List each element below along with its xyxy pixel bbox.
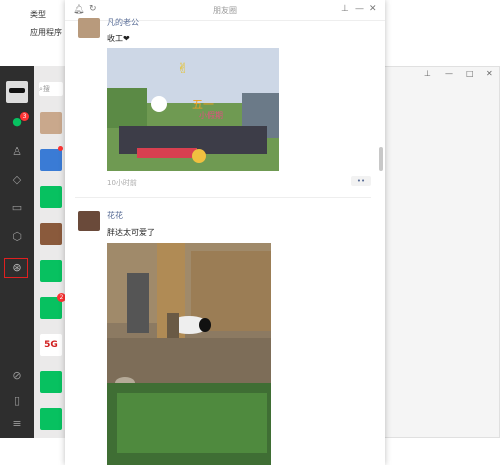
pin-icon[interactable]: ⊥	[341, 4, 349, 14]
chat-item-avatar[interactable]	[40, 186, 62, 208]
scrollbar[interactable]	[379, 147, 383, 171]
post-text: 收工❤	[107, 34, 130, 43]
svg-text:✌: ✌	[177, 61, 189, 77]
chat-item-avatar[interactable]	[40, 149, 62, 171]
more-actions-button[interactable]: ••	[351, 176, 371, 186]
post-text: 胖达太可爱了	[107, 228, 155, 237]
chat-list: ⌕搜 2 5G	[34, 66, 66, 438]
favorites-icon[interactable]: ◇	[9, 172, 25, 188]
chat-item-avatar[interactable]	[40, 371, 62, 393]
chat-item-avatar[interactable]	[40, 260, 62, 282]
post-avatar[interactable]	[78, 211, 100, 231]
chat-item-avatar[interactable]	[40, 223, 62, 245]
post-author[interactable]: 凡的老公	[107, 17, 139, 28]
svg-text:小假期: 小假期	[199, 111, 223, 120]
file-type-value: 应用程序	[30, 28, 62, 37]
menu-icon[interactable]: ≡	[9, 416, 25, 432]
contacts-icon[interactable]: ♙	[9, 144, 25, 160]
wechat-sidebar: ● 3 ♙ ◇ ▭ ⬡ ⊛ ⊘ ▯ ≡	[0, 66, 34, 438]
chat-item-avatar[interactable]	[40, 112, 62, 134]
avatar[interactable]	[6, 81, 28, 103]
5g-avatar[interactable]: 5G	[40, 334, 62, 356]
maximize-icon[interactable]: □	[466, 69, 474, 78]
unread-dot	[58, 146, 63, 151]
unread-badge: 3	[20, 112, 29, 121]
minimize-icon[interactable]: —	[355, 4, 364, 14]
moments-icon[interactable]: ⊛	[9, 260, 25, 276]
minimize-icon[interactable]: —	[445, 69, 453, 78]
column-header-type[interactable]: 类型	[30, 9, 46, 20]
mini-program-icon[interactable]: ⬡	[9, 229, 25, 245]
post-photo[interactable]	[107, 243, 271, 465]
svg-text:五一: 五一	[192, 98, 214, 111]
window-title: 朋友圈	[213, 6, 237, 15]
chat-item-avatar[interactable]	[40, 408, 62, 430]
pin-icon[interactable]: ⊥	[424, 69, 431, 78]
close-icon[interactable]: ✕	[369, 4, 377, 14]
post-author[interactable]: 花花	[107, 210, 123, 221]
close-icon[interactable]: ✕	[486, 69, 493, 78]
folder-icon[interactable]: ▭	[9, 200, 25, 216]
refresh-icon[interactable]: ↻	[89, 4, 97, 14]
post-avatar[interactable]	[78, 18, 100, 38]
post-photo[interactable]: ✌ 五一 小假期	[107, 48, 279, 171]
post-time: 10小时前	[107, 179, 137, 187]
search-input[interactable]: ⌕搜	[39, 82, 63, 96]
bell-icon[interactable]: 🔔︎	[73, 5, 84, 15]
phone-icon[interactable]: ▯	[9, 393, 25, 409]
divider	[75, 197, 371, 198]
discover-icon[interactable]: ⊘	[9, 368, 25, 384]
moments-window: 🔔︎ ↻ 朋友圈 ⊥ — ✕ 凡的老公 收工❤ ✌ 五一 小假期 10小时前 •…	[65, 0, 385, 465]
